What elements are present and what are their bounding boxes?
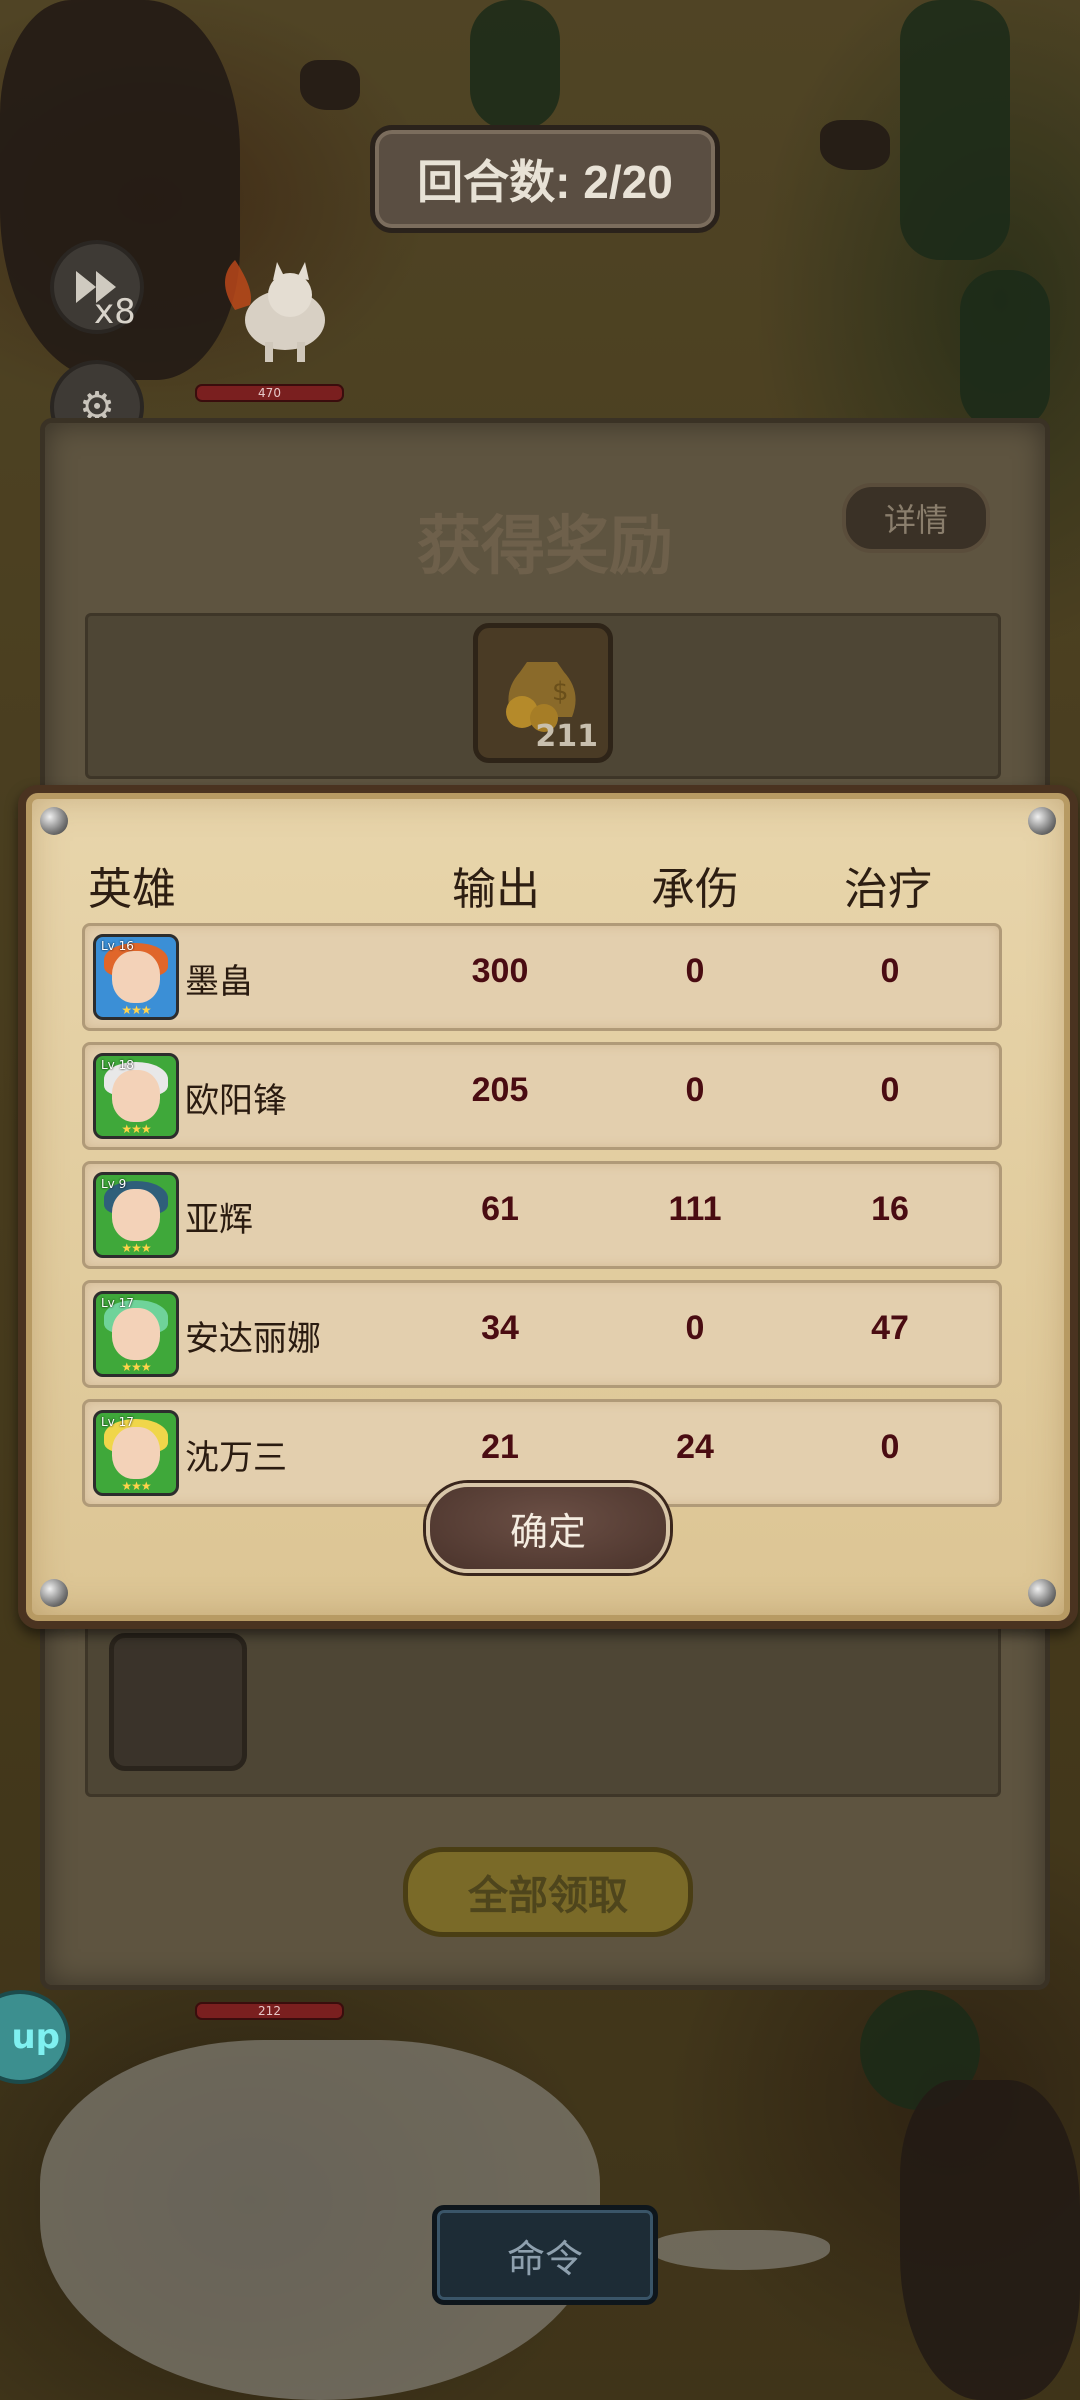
- hero-output: 205: [471, 1071, 529, 1109]
- hero-portrait[interactable]: Lv 17 ★★★: [93, 1291, 179, 1377]
- hero-damage-taken: 24: [676, 1428, 714, 1466]
- svg-text:$: $: [552, 677, 569, 707]
- claim-all-button[interactable]: 全部领取: [403, 1847, 693, 1937]
- star-rating-icon: ★★★: [121, 1479, 151, 1493]
- hero-name: 欧阳锋: [185, 1081, 287, 1121]
- hero-name: 沈万三: [185, 1438, 287, 1478]
- star-rating-icon: ★★★: [121, 1003, 151, 1017]
- speed-multiplier: x8: [94, 292, 136, 332]
- hero-level: Lv 17: [101, 1415, 134, 1429]
- hero-output: 21: [481, 1428, 519, 1466]
- rivet: [1028, 807, 1056, 835]
- star-rating-icon: ★★★: [121, 1360, 151, 1374]
- hero-face: [112, 1308, 160, 1360]
- hero-healing: 16: [871, 1190, 909, 1228]
- command-button[interactable]: 命令: [432, 2205, 658, 2305]
- hero-output: 34: [481, 1309, 519, 1347]
- enemy-hp-bar: 470: [195, 384, 344, 402]
- hero-face: [112, 951, 160, 1003]
- hero-row: Lv 16 ★★★ 墨畠 300 0 0: [82, 923, 1002, 1031]
- hero-level: Lv 17: [101, 1296, 134, 1310]
- rivet: [40, 1579, 68, 1607]
- hero-row: Lv 17 ★★★ 安达丽娜 34 0 47: [82, 1280, 1002, 1388]
- hero-output: 300: [471, 952, 529, 990]
- hero-portrait[interactable]: Lv 17 ★★★: [93, 1410, 179, 1496]
- hero-damage-taken: 0: [685, 1071, 705, 1109]
- hero-face: [112, 1189, 160, 1241]
- hero-healing: 0: [880, 952, 900, 990]
- hero-face: [112, 1427, 160, 1479]
- hero-level: Lv 16: [101, 939, 134, 953]
- hero-healing: 0: [880, 1428, 900, 1466]
- hero-face: [112, 1070, 160, 1122]
- confirm-button[interactable]: 确定: [426, 1483, 670, 1573]
- header-damage-taken: 承伤: [651, 864, 739, 915]
- coin-count: 211: [535, 719, 598, 754]
- hero-portrait[interactable]: Lv 9 ★★★: [93, 1172, 179, 1258]
- hero-damage-taken: 0: [685, 1309, 705, 1347]
- rivet: [1028, 1579, 1056, 1607]
- hero-portrait[interactable]: Lv 16 ★★★: [93, 934, 179, 1020]
- hero-output: 61: [481, 1190, 519, 1228]
- hero-damage-taken: 0: [685, 952, 705, 990]
- header-hero: 英雄: [88, 864, 176, 915]
- round-counter: 回合数: 2/20: [370, 125, 720, 233]
- hero-level: Lv 18: [101, 1058, 134, 1072]
- coin-reward-slot[interactable]: $ 211: [473, 623, 613, 763]
- star-rating-icon: ★★★: [121, 1122, 151, 1136]
- hero-stats-list: Lv 16 ★★★ 墨畠 300 0 0 Lv 18 ★★★ 欧阳锋 205 0…: [82, 923, 1002, 1518]
- enemy-hp-bar: 212: [195, 2002, 344, 2020]
- star-rating-icon: ★★★: [121, 1241, 151, 1255]
- hero-row: Lv 18 ★★★ 欧阳锋 205 0 0: [82, 1042, 1002, 1150]
- hero-row: Lv 9 ★★★ 亚辉 61 111 16: [82, 1161, 1002, 1269]
- enemy-fox-creature: [225, 260, 325, 362]
- empty-reward-slot: [109, 1633, 247, 1771]
- header-healing: 治疗: [844, 864, 932, 915]
- detail-button[interactable]: 详情: [842, 483, 990, 553]
- hero-healing: 0: [880, 1071, 900, 1109]
- hero-name: 墨畠: [185, 962, 253, 1002]
- hero-healing: 47: [871, 1309, 909, 1347]
- hero-name: 亚辉: [185, 1200, 253, 1240]
- battle-stats-dialog: 英雄 输出 承伤 治疗 Lv 16 ★★★ 墨畠 300 0 0 Lv 18 ★…: [18, 785, 1078, 1629]
- header-output: 输出: [452, 864, 540, 915]
- rivet: [40, 807, 68, 835]
- hero-name: 安达丽娜: [185, 1319, 321, 1359]
- hero-portrait[interactable]: Lv 18 ★★★: [93, 1053, 179, 1139]
- hero-level: Lv 9: [101, 1177, 127, 1191]
- hero-damage-taken: 111: [668, 1190, 722, 1228]
